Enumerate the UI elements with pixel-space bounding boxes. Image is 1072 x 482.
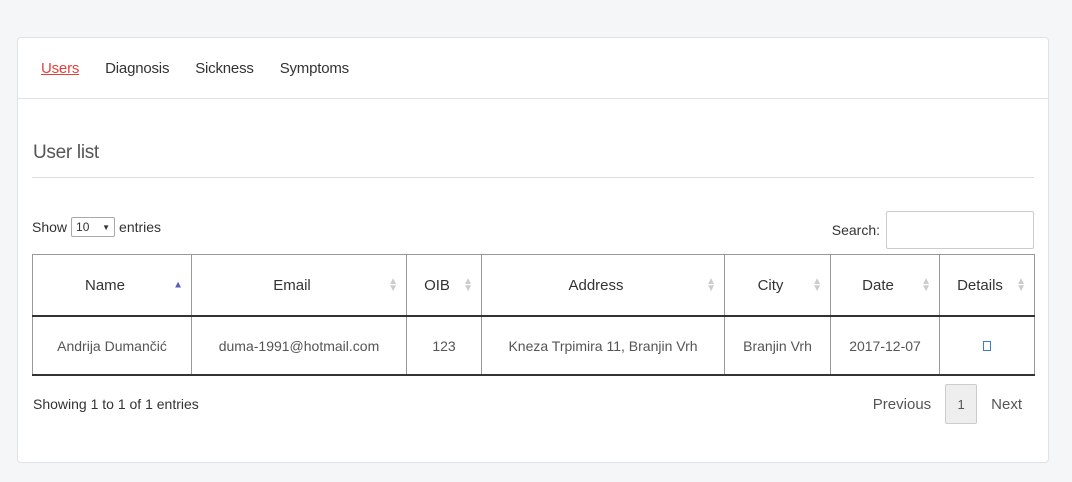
cell-oib: 123 bbox=[406, 315, 482, 376]
cell-name: Andrija Dumančić bbox=[32, 315, 192, 376]
sort-both-icon: ▲ ▼ bbox=[812, 276, 822, 294]
column-header-label: Email bbox=[273, 276, 311, 294]
title-divider bbox=[32, 177, 1034, 178]
entries-length-select[interactable]: 10 ▼ bbox=[71, 217, 116, 237]
users-panel: Users Diagnosis Sickness Symptoms User l… bbox=[17, 37, 1049, 463]
tab-diagnosis[interactable]: Diagnosis bbox=[105, 60, 169, 77]
column-header-address[interactable]: Address ▲ ▼ bbox=[481, 254, 725, 317]
page-button-1[interactable]: 1 bbox=[945, 384, 978, 424]
entries-length-value: 10 bbox=[76, 220, 90, 234]
sort-both-icon: ▲ ▼ bbox=[388, 276, 398, 294]
sort-both-icon: ▲ ▼ bbox=[1016, 276, 1026, 294]
column-header-label: Details bbox=[957, 276, 1003, 294]
sort-asc-icon: ▲ bbox=[173, 279, 183, 291]
column-header-email[interactable]: Email ▲ ▼ bbox=[191, 254, 407, 317]
next-button[interactable]: Next bbox=[991, 396, 1022, 413]
chevron-down-icon: ▼ bbox=[102, 222, 111, 232]
previous-button[interactable]: Previous bbox=[873, 396, 931, 413]
column-header-label: City bbox=[757, 276, 784, 294]
entries-length: Show 10 ▼ entries bbox=[32, 217, 161, 249]
table-controls: Show 10 ▼ entries Search: bbox=[32, 211, 1034, 249]
panel-body: User list Show 10 ▼ entries Search: Name bbox=[18, 142, 1048, 424]
pagination: Previous 1 Next bbox=[873, 384, 1034, 424]
cell-email: duma-1991@hotmail.com bbox=[191, 315, 407, 376]
cell-city: Branjin Vrh bbox=[724, 315, 831, 376]
column-header-date[interactable]: Date ▲ ▼ bbox=[830, 254, 940, 317]
table-header-row: Name ▲ Email ▲ ▼ OIB ▲ ▼ Address ▲ ▼ Cit… bbox=[32, 254, 1035, 317]
column-header-label: OIB bbox=[424, 276, 450, 294]
search-input[interactable] bbox=[886, 211, 1034, 249]
tab-sickness[interactable]: Sickness bbox=[195, 60, 254, 77]
details-icon[interactable] bbox=[983, 340, 991, 351]
sort-both-icon: ▲ ▼ bbox=[463, 276, 473, 294]
cell-address: Kneza Trpimira 11, Branjin Vrh bbox=[481, 315, 725, 376]
column-header-oib[interactable]: OIB ▲ ▼ bbox=[406, 254, 482, 317]
cell-date: 2017-12-07 bbox=[830, 315, 940, 376]
column-header-label: Date bbox=[862, 276, 894, 294]
column-header-details[interactable]: Details ▲ ▼ bbox=[939, 254, 1035, 317]
top-nav: Users Diagnosis Sickness Symptoms bbox=[18, 38, 1048, 99]
tab-symptoms[interactable]: Symptoms bbox=[280, 60, 349, 77]
cell-details bbox=[939, 315, 1035, 376]
entries-info: Showing 1 to 1 of 1 entries bbox=[33, 396, 199, 412]
tab-users[interactable]: Users bbox=[41, 60, 79, 77]
column-header-name[interactable]: Name ▲ bbox=[32, 254, 192, 317]
users-table: Name ▲ Email ▲ ▼ OIB ▲ ▼ Address ▲ ▼ Cit… bbox=[32, 254, 1035, 376]
page-title: User list bbox=[33, 142, 99, 163]
search-box: Search: bbox=[832, 211, 1034, 249]
sort-both-icon: ▲ ▼ bbox=[921, 276, 931, 294]
search-label: Search: bbox=[831, 222, 880, 238]
column-header-label: Name bbox=[84, 276, 125, 294]
column-header-city[interactable]: City ▲ ▼ bbox=[724, 254, 831, 317]
column-header-label: Address bbox=[568, 276, 624, 294]
table-footer: Showing 1 to 1 of 1 entries Previous 1 N… bbox=[32, 384, 1034, 424]
entries-show-label: Show bbox=[32, 219, 68, 235]
table-row: Andrija Dumančić duma-1991@hotmail.com 1… bbox=[32, 315, 1035, 376]
sort-both-icon: ▲ ▼ bbox=[706, 276, 716, 294]
entries-suffix-label: entries bbox=[119, 219, 162, 235]
